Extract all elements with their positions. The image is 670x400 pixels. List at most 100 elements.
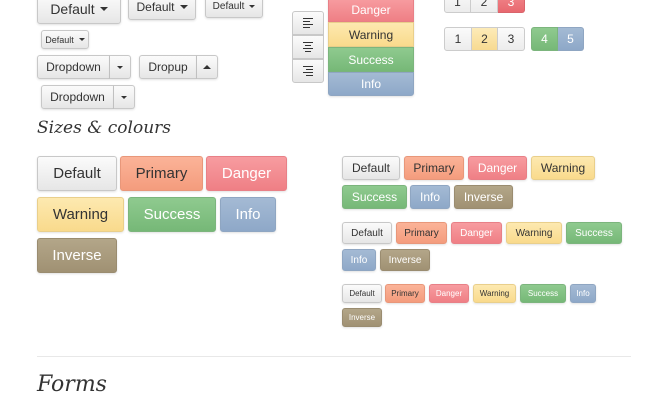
mini-primary-button[interactable]: Primary [385,284,425,303]
split-dropdown-button[interactable]: Dropdown [37,55,110,79]
stacked-success-button[interactable]: Success [328,47,414,72]
medium-primary-button[interactable]: Primary [404,156,464,180]
button-label: Primary [404,227,439,239]
small-default-button[interactable]: Default [342,222,392,244]
button-label: Danger [477,161,518,175]
dropup-label: Dropup [148,60,188,74]
stacked-success-label: Success [348,52,394,67]
button-label: Inverse [52,247,102,264]
sizes-colours-heading: Sizes & colours [37,118,171,138]
default-dropdown-mini-label: Default [45,34,74,45]
page-number: 1 [454,32,462,46]
button-label: Primary [391,289,419,298]
caret-down-icon [249,4,256,8]
button-label: Default [349,289,375,298]
forms-heading: Forms [37,372,107,397]
medium-warning-button[interactable]: Warning [531,156,595,180]
stacked-warning-label: Warning [348,27,394,42]
align-left-button[interactable] [292,11,324,35]
pagination-top-1[interactable]: 1 [444,0,471,13]
pagination-bottom-5[interactable]: 5 [558,27,584,51]
small-warning-button[interactable]: Warning [506,222,562,244]
section-divider [37,356,631,357]
dropup-button[interactable]: Dropup [139,55,197,79]
caret-up-icon [203,65,211,69]
button-label: Warning [540,161,586,175]
pagination-bottom-1[interactable]: 1 [444,27,472,51]
stacked-info-button[interactable]: Info [328,72,414,96]
button-label: Success [143,206,201,223]
page-number: 4 [541,32,548,46]
button-label: Warning [515,227,553,239]
button-label: Danger [460,227,493,239]
button-label: Info [235,206,261,223]
button-label: Info [419,190,440,204]
mini-danger-button[interactable]: Danger [429,284,469,303]
mini-inverse-button[interactable]: Inverse [342,308,382,327]
mini-success-button[interactable]: Success [520,284,566,303]
small-danger-button[interactable]: Danger [451,222,502,244]
medium-success-button[interactable]: Success [342,185,407,209]
default-dropdown-mini[interactable]: Default [41,30,89,49]
button-label: Success [575,227,613,239]
small-success-button[interactable]: Success [566,222,622,244]
medium-default-button[interactable]: Default [342,156,400,180]
medium-danger-button[interactable]: Danger [468,156,527,180]
large-default-button[interactable]: Default [37,156,117,191]
small-info-button[interactable]: Info [342,249,376,271]
button-label: Primary [413,161,455,175]
stacked-info-label: Info [360,77,381,91]
large-warning-button[interactable]: Warning [37,197,124,232]
mini-info-button[interactable]: Info [570,284,596,303]
caret-down-icon [78,38,85,41]
button-label: Warning [479,289,510,298]
button-label: Default [351,161,391,175]
large-primary-button[interactable]: Primary [120,156,203,191]
medium-info-button[interactable]: Info [410,185,450,209]
page-number: 3 [507,0,515,9]
medium-inverse-button[interactable]: Inverse [454,185,513,209]
default-dropdown-large-label: Default [50,1,95,17]
button-label: Danger [435,289,463,298]
button-label: Primary [135,165,188,182]
stacked-danger-label: Danger [351,3,391,17]
button-label: Inverse [388,254,422,266]
dropup-toggle[interactable] [197,55,218,79]
small-primary-button[interactable]: Primary [396,222,447,244]
button-label: Inverse [463,190,504,204]
large-inverse-button[interactable]: Inverse [37,238,117,273]
mini-default-button[interactable]: Default [342,284,382,303]
split-dropdown-2-toggle[interactable] [114,85,135,109]
stacked-warning-button[interactable]: Warning [328,22,414,47]
default-dropdown-small-label: Default [212,0,245,12]
align-right-button[interactable] [292,59,324,83]
page-number: 2 [480,0,488,9]
align-center-button[interactable] [292,35,324,59]
page-number: 3 [507,32,515,46]
button-label: Warning [52,206,109,223]
small-inverse-button[interactable]: Inverse [380,249,430,271]
split-dropdown-button-2[interactable]: Dropdown [41,85,114,109]
default-dropdown-medium[interactable]: Default [128,0,196,20]
default-dropdown-small[interactable]: Default [205,0,263,18]
pagination-bottom-4[interactable]: 4 [531,27,558,51]
split-dropdown-toggle[interactable] [110,55,131,79]
large-danger-button[interactable]: Danger [206,156,287,191]
button-label: Success [351,190,398,204]
large-info-button[interactable]: Info [220,197,276,232]
button-label: Default [351,227,383,239]
button-label: Info [350,254,368,266]
mini-warning-button[interactable]: Warning [473,284,516,303]
caret-down-icon [121,95,127,99]
large-success-button[interactable]: Success [128,197,216,232]
pagination-bottom-2[interactable]: 2 [472,27,498,51]
button-label: Default [53,165,101,182]
pagination-top-3[interactable]: 3 [498,0,525,13]
button-label: Info [576,289,590,298]
caret-down-icon [99,7,108,11]
pagination-bottom-3[interactable]: 3 [498,27,525,51]
caret-down-icon [179,5,188,9]
default-dropdown-large[interactable]: Default [37,0,121,24]
stacked-danger-button[interactable]: Danger [328,0,414,22]
pagination-top-2[interactable]: 2 [471,0,498,13]
